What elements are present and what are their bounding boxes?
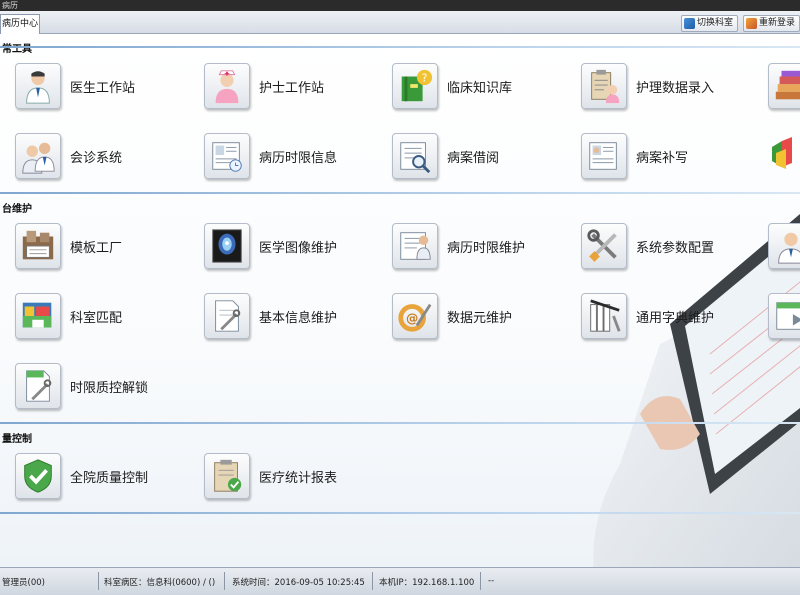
record-deadline-maintenance-item[interactable]: 病历时限维护 (392, 218, 582, 274)
deadline-quality-unlock-label: 时限质控解锁 (70, 380, 149, 396)
nurse-workstation-label: 护士工作站 (259, 80, 325, 96)
nursing-data-entry-item[interactable]: 护理数据录入 (581, 58, 771, 114)
deadline-quality-unlock-item[interactable]: 时限质控解锁 (15, 358, 205, 414)
record-supplement-item[interactable]: 病案补写 (581, 128, 771, 184)
medical-image-icon (204, 223, 250, 269)
status-system-time: 系统时间：2016-09-05 10:25:45 (232, 578, 365, 588)
user-admin-icon (768, 223, 800, 269)
template-factory-item[interactable]: 模板工厂 (15, 218, 205, 274)
section-title-quality-control: 量控制 (2, 434, 32, 445)
doctor-workstation-item[interactable]: 医生工作站 (15, 58, 205, 114)
window-title: 病历 (2, 1, 18, 10)
template-factory-icon (15, 223, 61, 269)
switch-department-label: 切换科室 (697, 18, 734, 28)
consultation-system-label: 会诊系统 (70, 150, 123, 166)
common-dictionary-maintenance-item[interactable]: 通用字典维护 (581, 288, 771, 344)
medical-image-maintenance-label: 医学图像维护 (259, 240, 338, 256)
status-separator (98, 572, 99, 590)
department-match-label: 科室匹配 (70, 310, 123, 326)
basic-info-maintenance-item[interactable]: 基本信息维护 (204, 288, 394, 344)
clinical-knowledge-base-label: 临床知识库 (447, 80, 513, 96)
switch-department-button[interactable]: 切换科室 (681, 15, 739, 32)
status-separator (372, 572, 373, 590)
record-deadline-info-item[interactable]: 病历时限信息 (204, 128, 394, 184)
nurse-workstation-item[interactable]: 护士工作站 (204, 58, 394, 114)
partial-shield-chart-item[interactable] (768, 128, 800, 184)
record-deadline-info-label: 病历时限信息 (259, 150, 338, 166)
nurse-icon (204, 63, 250, 109)
switch-department-icon (684, 18, 695, 29)
medical-statistics-report-item[interactable]: 医疗统计报表 (204, 448, 394, 504)
status-separator (480, 572, 481, 590)
status-user: 管理员(00) (2, 578, 45, 588)
status-extra: -- (488, 576, 495, 586)
tools-icon (581, 223, 627, 269)
section-divider (0, 46, 800, 48)
basic-info-icon (204, 293, 250, 339)
svg-text:?: ? (422, 72, 428, 84)
system-parameter-config-label: 系统参数配置 (636, 240, 715, 256)
status-department: 科室病区：信息科(0600) / () (104, 578, 216, 588)
consultation-icon (15, 133, 61, 179)
status-bar: 管理员(00) 科室病区：信息科(0600) / () 系统时间：2016-09… (0, 567, 800, 595)
partial-books-item[interactable] (768, 58, 800, 114)
record-deadline-icon (204, 133, 250, 179)
template-factory-label: 模板工厂 (70, 240, 123, 256)
doctor-icon (15, 63, 61, 109)
common-dictionary-maintenance-label: 通用字典维护 (636, 310, 715, 326)
system-parameter-config-item[interactable]: 系统参数配置 (581, 218, 771, 274)
record-deadline-maintenance-label: 病历时限维护 (447, 240, 526, 256)
clinical-knowledge-base-item[interactable]: ? 临床知识库 (392, 58, 582, 114)
shield-chart-icon (768, 133, 800, 179)
deadline-unlock-icon (15, 363, 61, 409)
deadline-maintenance-icon (392, 223, 438, 269)
department-match-item[interactable]: 科室匹配 (15, 288, 205, 344)
relogin-icon (746, 18, 757, 29)
basic-info-maintenance-label: 基本信息维护 (259, 310, 338, 326)
knowledge-base-icon: ? (392, 63, 438, 109)
record-supplement-label: 病案补写 (636, 150, 689, 166)
section-divider (0, 192, 800, 194)
consultation-system-item[interactable]: 会诊系统 (15, 128, 205, 184)
medical-statistics-report-label: 医疗统计报表 (259, 470, 338, 486)
form-next-icon (768, 293, 800, 339)
quality-shield-icon (15, 453, 61, 499)
main-panel: 常工具 医生工作站 护士工作站 ? 临床知识库 护理数据录入 会诊系统 病历时限… (0, 34, 800, 567)
doctor-workstation-label: 医生工作站 (70, 80, 136, 96)
medical-image-maintenance-item[interactable]: 医学图像维护 (204, 218, 394, 274)
nursing-clipboard-icon (581, 63, 627, 109)
data-element-icon: @ (392, 293, 438, 339)
statistics-report-icon (204, 453, 250, 499)
section-divider (0, 512, 800, 514)
hospital-quality-control-label: 全院质量控制 (70, 470, 149, 486)
section-title-platform-maintenance: 台维护 (2, 204, 32, 215)
status-local-ip: 本机IP：192.168.1.100 (379, 578, 475, 588)
data-element-maintenance-item[interactable]: @ 数据元维护 (392, 288, 582, 344)
record-borrow-label: 病案借阅 (447, 150, 500, 166)
section-divider (0, 422, 800, 424)
tab-record-center[interactable]: 病历中心 (0, 14, 40, 34)
record-borrow-icon (392, 133, 438, 179)
data-element-maintenance-label: 数据元维护 (447, 310, 513, 326)
status-separator (224, 572, 225, 590)
stacked-books-icon (768, 63, 800, 109)
record-supplement-icon (581, 133, 627, 179)
department-match-icon (15, 293, 61, 339)
partial-user-admin-item[interactable] (768, 218, 800, 274)
dictionary-icon (581, 293, 627, 339)
relogin-label: 重新登录 (759, 18, 796, 28)
nursing-data-entry-label: 护理数据录入 (636, 80, 715, 96)
partial-form-next-item[interactable] (768, 288, 800, 344)
tab-bar: 病历中心 切换科室 重新登录 (0, 11, 800, 34)
relogin-button[interactable]: 重新登录 (743, 15, 800, 32)
hospital-quality-control-item[interactable]: 全院质量控制 (15, 448, 205, 504)
window-title-bar: 病历 (0, 0, 800, 11)
record-borrow-item[interactable]: 病案借阅 (392, 128, 582, 184)
